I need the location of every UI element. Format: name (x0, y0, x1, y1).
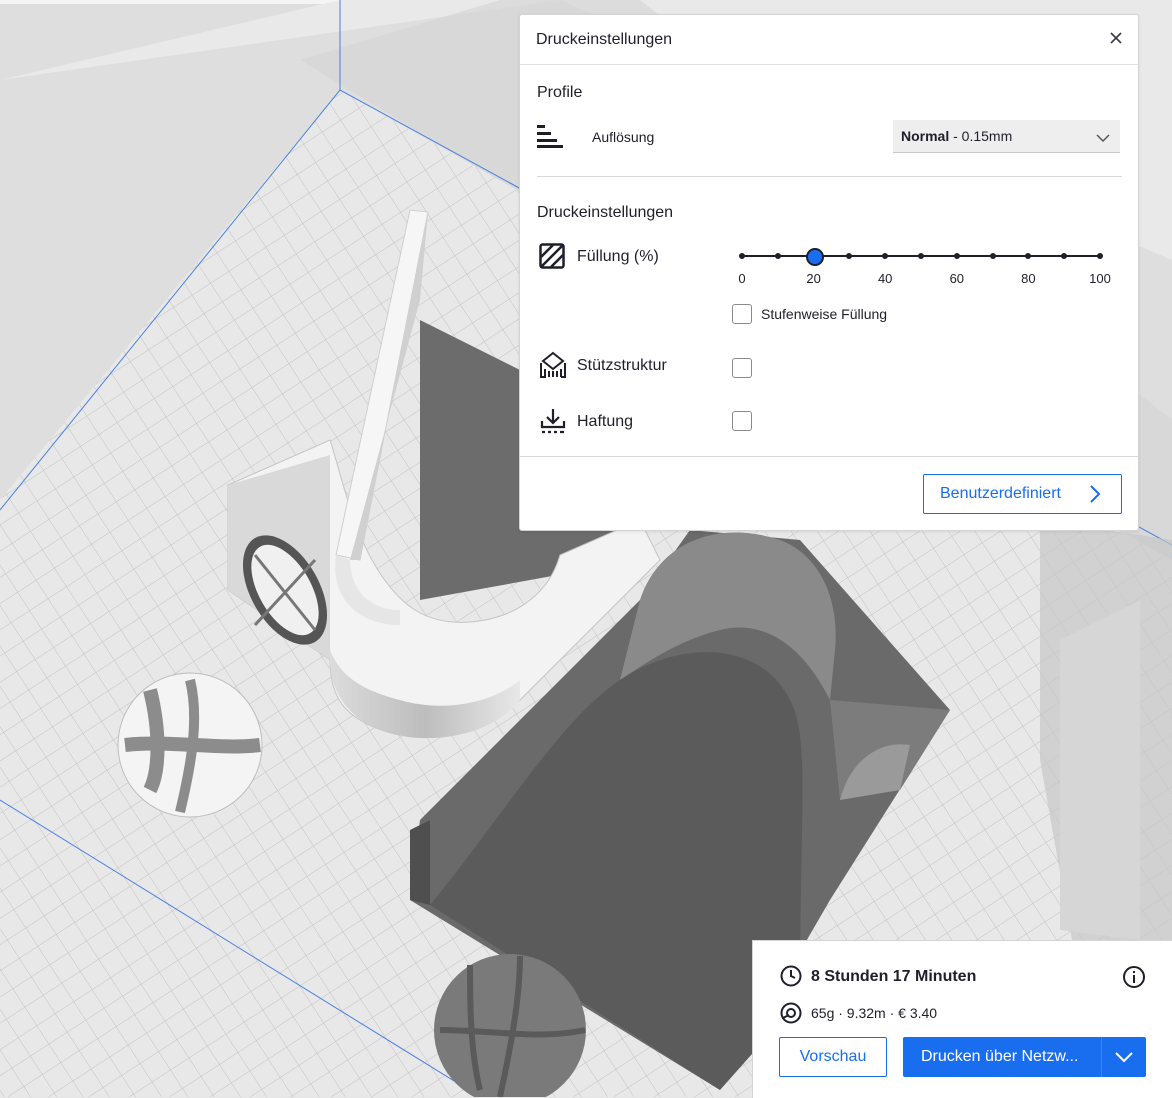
info-icon[interactable] (1122, 965, 1146, 994)
close-icon[interactable] (1106, 28, 1126, 48)
chevron-right-icon (1089, 485, 1101, 508)
slider-tick (739, 253, 745, 259)
slider-tick (846, 253, 853, 259)
infill-label: Füllung (%) (577, 248, 659, 265)
panel-header: Druckeinstellungen (520, 15, 1138, 65)
slider-tick-label: 40 (877, 271, 893, 286)
slider-tick (953, 253, 960, 259)
print-over-network-button[interactable]: Drucken über Netzw... (903, 1037, 1146, 1077)
panel-title: Druckeinstellungen (536, 31, 673, 48)
settings-heading: Druckeinstellungen (537, 204, 674, 221)
filament-spool-icon (780, 1002, 802, 1029)
slider-tick (1025, 253, 1032, 259)
custom-settings-label: Benutzerdefiniert (940, 485, 1061, 502)
chevron-down-icon (1096, 130, 1110, 146)
infill-hatch-icon (539, 243, 565, 274)
job-summary-card: 8 Stunden 17 Minuten 65g · 9.32m · € 3.4… (752, 940, 1172, 1098)
resolution-bars-icon (537, 123, 563, 154)
custom-settings-button[interactable]: Benutzerdefiniert (923, 474, 1122, 514)
profiles-heading: Profile (537, 84, 583, 101)
infill-slider[interactable]: 0 20 40 60 80 100 (738, 247, 1111, 297)
adhesion-label: Haftung (577, 413, 634, 430)
material-stats: 65g · 9.32m · € 3.40 (811, 1005, 938, 1021)
slider-tick-label: 0 (738, 271, 746, 286)
chevron-down-icon (1115, 1052, 1133, 1063)
slider-tick-label: 100 (1089, 271, 1111, 286)
preview-button[interactable]: Vorschau (779, 1037, 887, 1077)
slider-tick (1061, 253, 1068, 259)
gradual-infill-label: Stufenweise Füllung (761, 306, 888, 322)
adhesion-download-icon (539, 407, 567, 440)
slider-tick (918, 253, 924, 259)
slider-tick (989, 253, 996, 259)
print-time: 8 Stunden 17 Minuten (811, 968, 977, 985)
slider-tick (882, 253, 889, 259)
slider-tick-label: 20 (806, 271, 821, 286)
adhesion-checkbox[interactable] (732, 411, 752, 431)
resolution-label: Auflösung (592, 129, 655, 145)
slider-tick-label: 60 (949, 271, 965, 286)
divider (520, 456, 1138, 457)
print-button-label: Drucken über Netzw... (921, 1048, 1079, 1065)
support-checkbox[interactable] (732, 358, 752, 378)
slider-handle[interactable] (805, 248, 824, 266)
slider-tick (1097, 253, 1103, 259)
resolution-value: Normal - 0.15mm (901, 128, 1013, 144)
support-label: Stützstruktur (577, 357, 667, 374)
print-options-dropdown[interactable] (1102, 1037, 1146, 1077)
resolution-dropdown[interactable]: Normal - 0.15mm (893, 120, 1120, 153)
divider (537, 176, 1122, 177)
gradual-infill-checkbox[interactable] (732, 304, 752, 324)
slider-tick (774, 253, 781, 259)
support-structure-icon (539, 351, 567, 384)
clock-icon (780, 965, 802, 992)
slider-tick-label: 80 (1021, 271, 1036, 286)
print-settings-panel: Druckeinstellungen Profile Auflösung Nor… (519, 14, 1139, 531)
